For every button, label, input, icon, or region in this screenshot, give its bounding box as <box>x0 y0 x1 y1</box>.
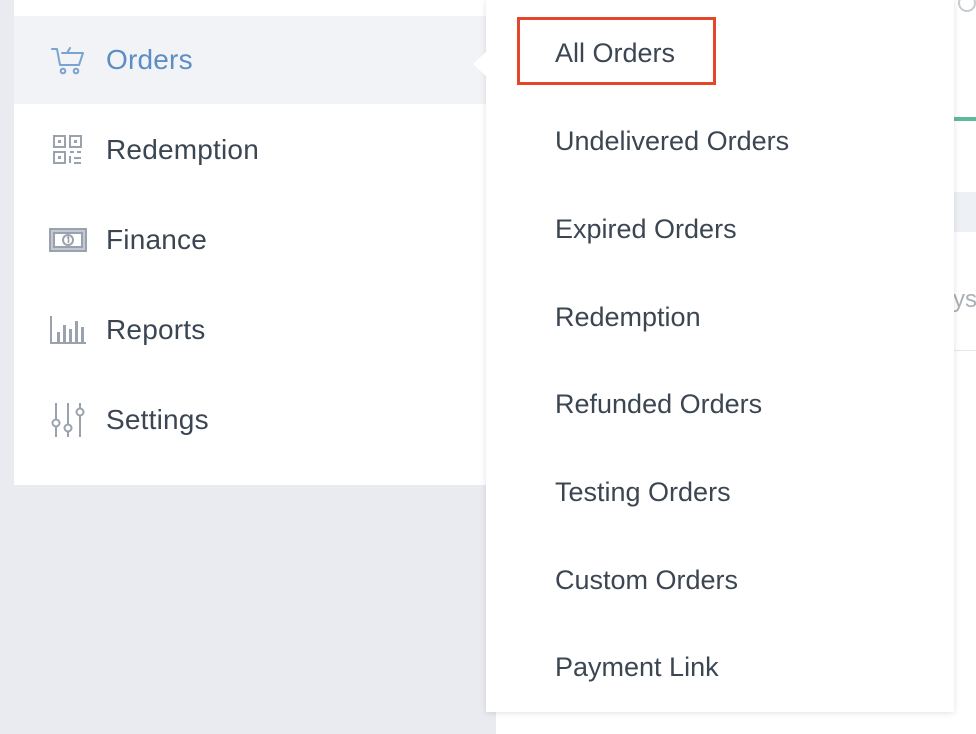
submenu-item-expired-orders[interactable]: Expired Orders <box>555 211 737 247</box>
background-green-line <box>952 117 976 121</box>
background-divider <box>952 350 976 351</box>
submenu-item-redemption[interactable]: Redemption <box>555 299 701 335</box>
submenu-pointer-arrow <box>473 51 487 77</box>
submenu-item-all-orders[interactable]: All Orders <box>555 35 675 71</box>
sidebar-item-finance[interactable]: Finance <box>14 196 486 284</box>
sidebar-item-reports[interactable]: Reports <box>14 286 486 374</box>
sidebar: Orders Redemption Finance Reports Settin… <box>14 0 486 485</box>
qr-code-icon <box>46 130 90 170</box>
orders-submenu: All Orders Undelivered Orders Expired Or… <box>486 0 954 712</box>
submenu-item-payment-link[interactable]: Payment Link <box>555 649 719 685</box>
sliders-icon <box>46 400 90 440</box>
bar-chart-icon <box>46 310 90 350</box>
background-partial-text: ys <box>953 286 976 313</box>
sidebar-item-label: Reports <box>106 314 206 345</box>
banknote-icon <box>46 220 90 260</box>
sidebar-item-label: Finance <box>106 224 208 255</box>
submenu-item-refunded-orders[interactable]: Refunded Orders <box>555 386 762 422</box>
submenu-item-custom-orders[interactable]: Custom Orders <box>555 562 738 598</box>
submenu-item-testing-orders[interactable]: Testing Orders <box>555 474 731 510</box>
cart-icon <box>46 40 90 80</box>
sidebar-item-label: Redemption <box>106 134 259 165</box>
sidebar-item-label: Orders <box>106 44 193 75</box>
sidebar-item-orders[interactable]: Orders <box>14 16 486 104</box>
sidebar-item-redemption[interactable]: Redemption <box>14 106 486 194</box>
background-table-header <box>952 192 976 232</box>
sidebar-item-label: Settings <box>106 404 209 435</box>
submenu-item-undelivered-orders[interactable]: Undelivered Orders <box>555 123 789 159</box>
sidebar-item-settings[interactable]: Settings <box>14 376 486 464</box>
